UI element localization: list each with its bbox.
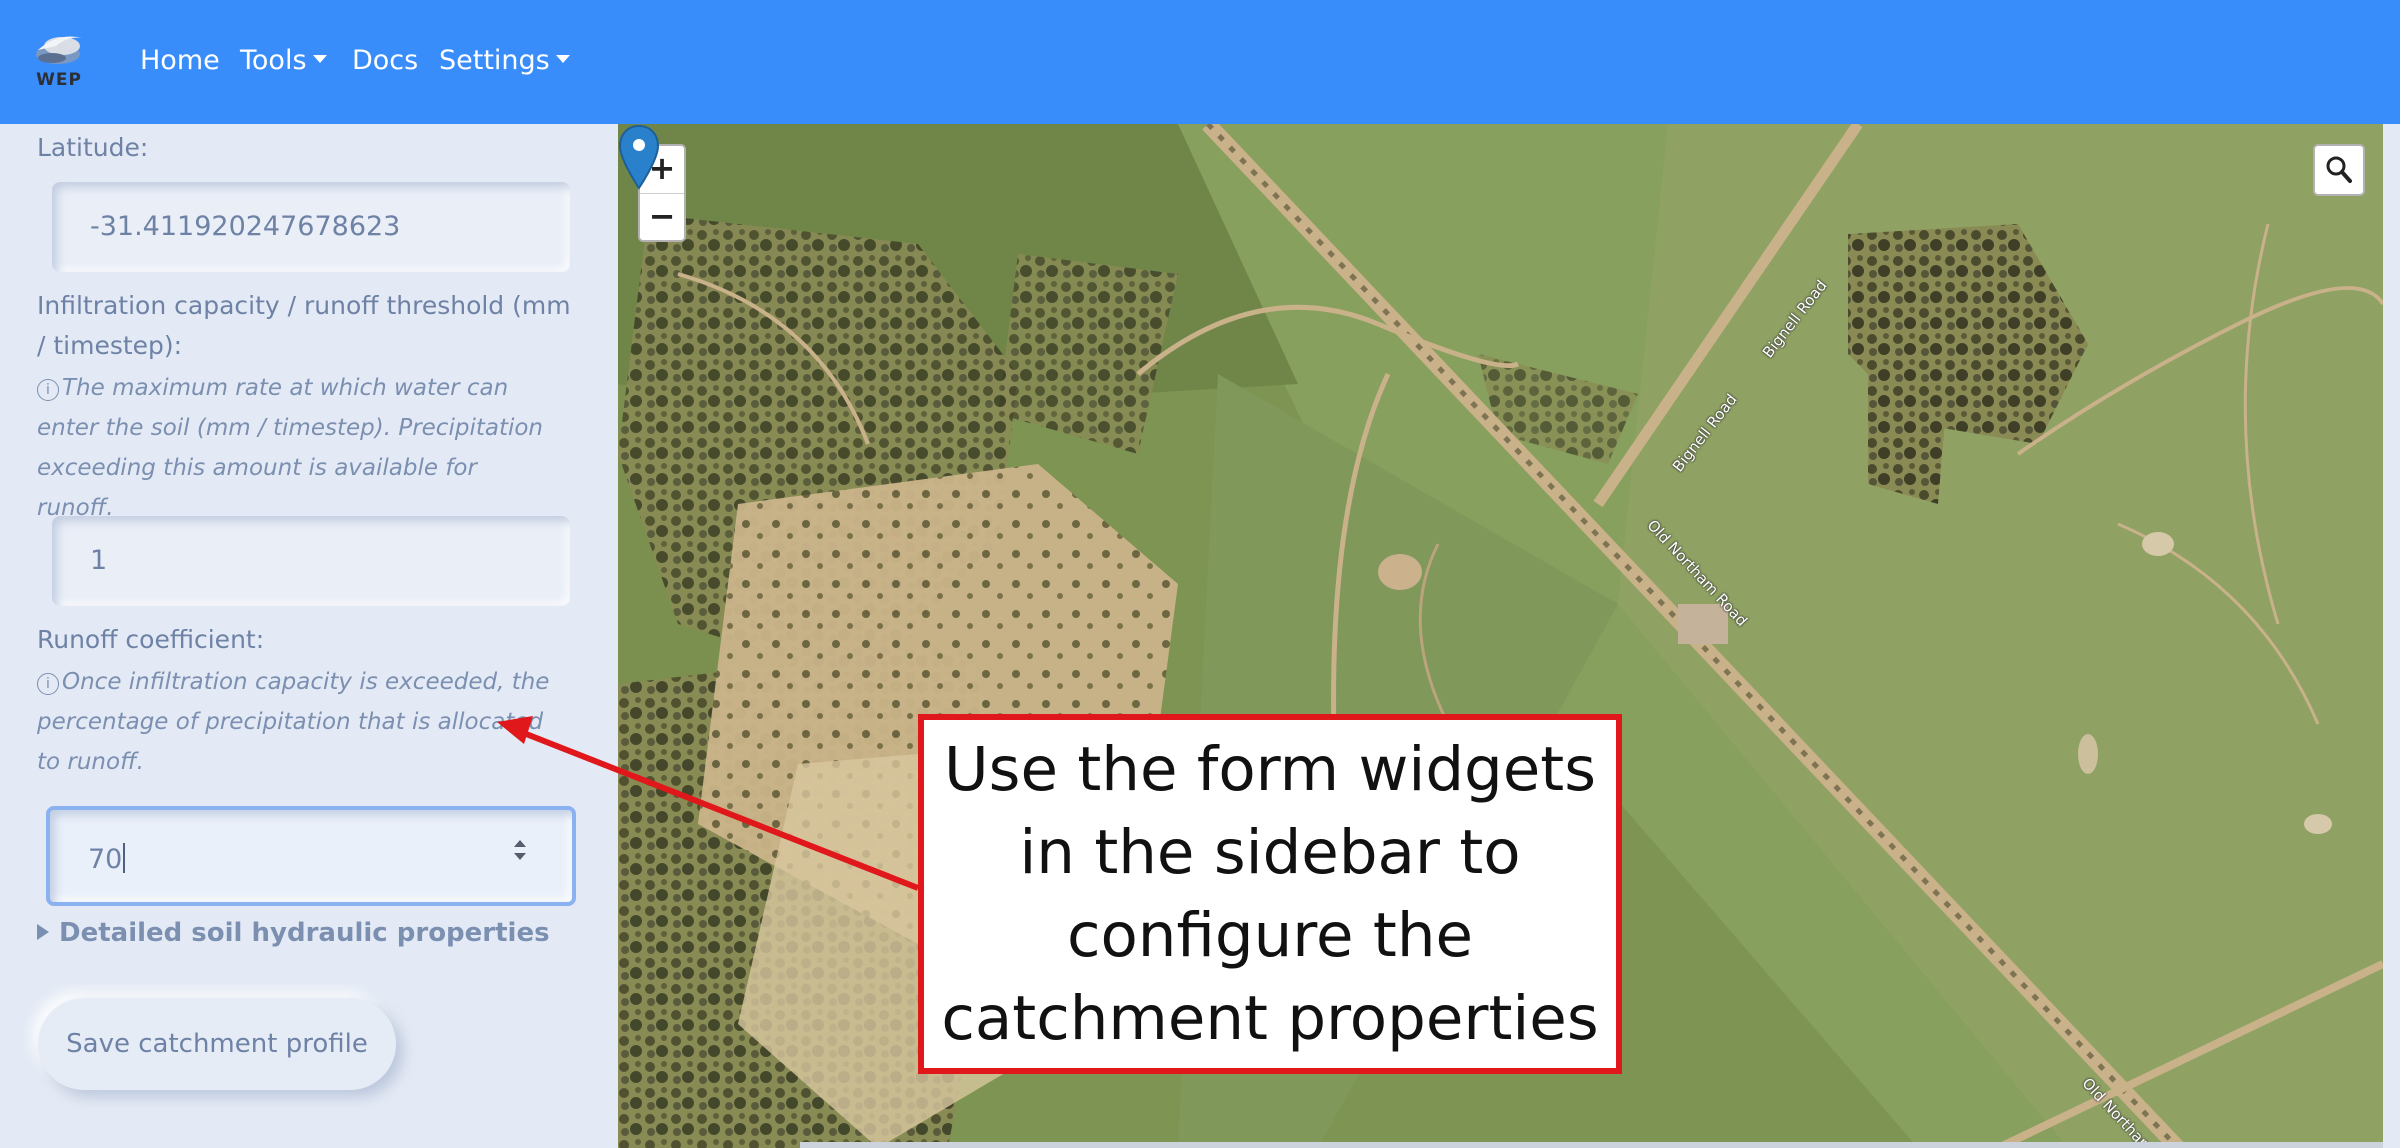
infiltration-help: i The maximum rate at which water can ent…	[37, 375, 543, 521]
navbar: WEP Home Tools Docs Settings	[0, 0, 2400, 124]
nav-settings[interactable]: Settings	[439, 42, 570, 80]
text-cursor	[123, 843, 126, 873]
map-marker-icon[interactable]	[618, 124, 660, 190]
logo-mark-icon	[36, 36, 82, 64]
runoff-value: 70	[88, 844, 123, 875]
runoff-help: i Once infiltration capacity is exceeded,…	[37, 669, 550, 775]
spin-up-icon[interactable]	[514, 840, 526, 847]
latitude-label: Latitude:	[37, 133, 149, 162]
number-spinner[interactable]	[514, 840, 528, 860]
info-icon: i	[37, 379, 59, 401]
nav-home[interactable]: Home	[140, 42, 220, 80]
chevron-down-icon	[555, 54, 570, 63]
info-icon: i	[37, 673, 59, 695]
map-attribution-bar	[800, 1142, 2383, 1148]
chevron-down-icon	[312, 54, 327, 63]
nav-docs[interactable]: Docs	[352, 42, 418, 80]
infiltration-input[interactable]: 1	[52, 516, 570, 606]
triangle-right-icon	[37, 924, 49, 940]
zoom-out-button[interactable]: −	[640, 194, 684, 241]
page-edge	[2383, 124, 2400, 1148]
nav-tools[interactable]: Tools	[240, 42, 327, 80]
magnifier-icon	[2326, 156, 2352, 183]
map-search-button[interactable]	[2313, 144, 2365, 196]
runoff-label: Runoff coefficient:	[37, 625, 265, 654]
annotation-text: Use the form widgets in the sidebar to c…	[941, 734, 1599, 1054]
annotation-callout: Use the form widgets in the sidebar to c…	[918, 714, 1622, 1074]
latitude-input[interactable]: -31.411920247678623	[52, 182, 570, 272]
save-catchment-button[interactable]: Save catchment profile	[38, 998, 396, 1090]
sidebar: Latitude: -31.411920247678623 Infiltrati…	[0, 124, 618, 1148]
infiltration-label: Infiltration capacity / runoff threshold…	[37, 291, 571, 360]
spin-down-icon[interactable]	[514, 853, 526, 860]
runoff-coefficient-input[interactable]: 70	[46, 806, 576, 906]
app-logo[interactable]: WEP	[28, 28, 90, 94]
detailed-soil-toggle[interactable]: Detailed soil hydraulic properties	[37, 918, 550, 948]
logo-text: WEP	[36, 70, 82, 90]
